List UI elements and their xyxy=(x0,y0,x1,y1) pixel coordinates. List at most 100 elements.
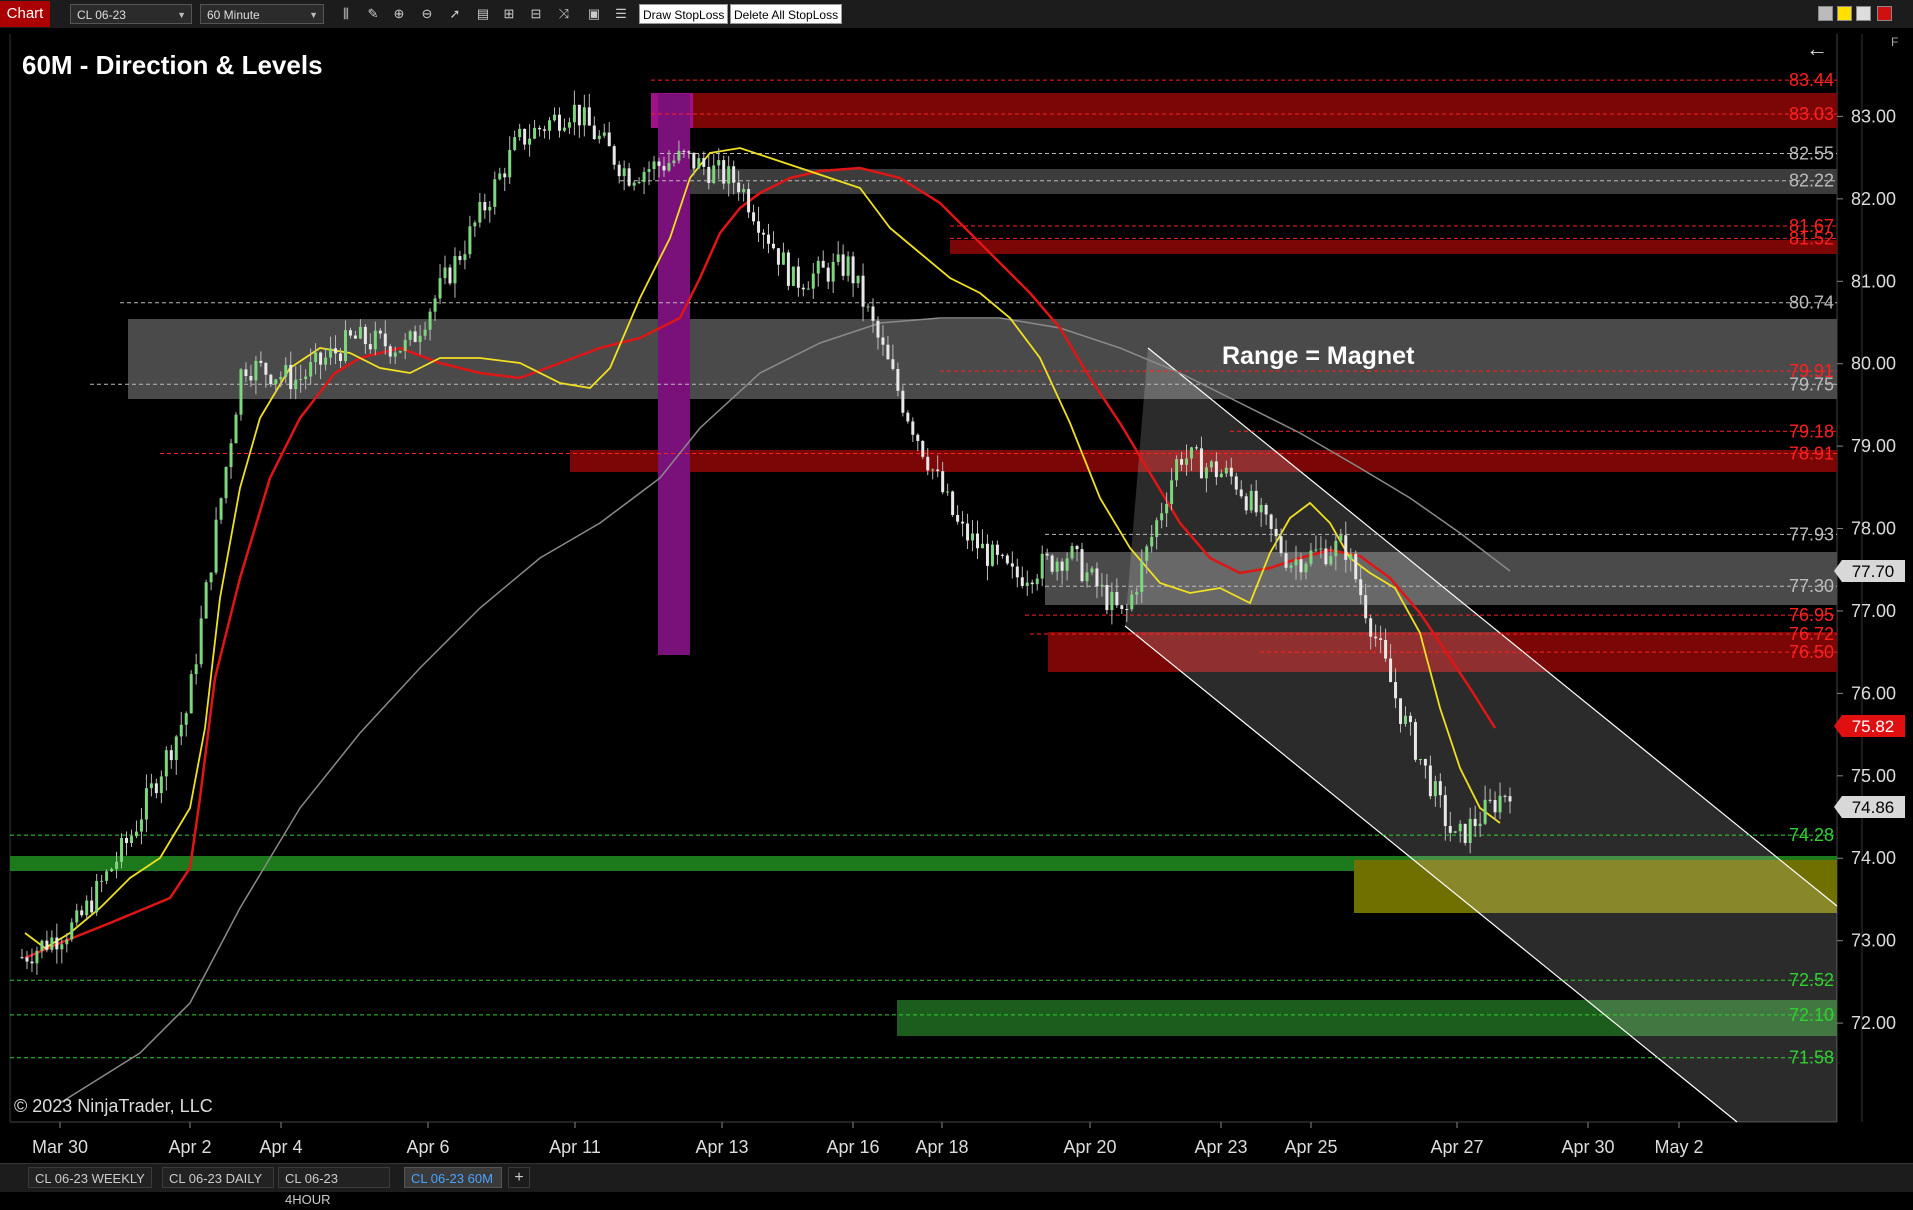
candle-body xyxy=(1403,715,1407,724)
candle-body xyxy=(722,160,726,184)
back-arrow-icon[interactable]: ← xyxy=(1806,36,1828,61)
candle-body xyxy=(488,206,492,211)
candle-body xyxy=(1384,639,1388,659)
level-label: 82.55 xyxy=(1789,144,1834,164)
candle-body xyxy=(65,939,69,945)
pointer-icon[interactable]: ➚ xyxy=(446,5,464,23)
tab-60m[interactable]: CL 06-23 60M xyxy=(404,1167,502,1188)
candle-body xyxy=(40,940,44,951)
minimize-icon[interactable] xyxy=(1818,6,1833,21)
interval-value: 60 Minute xyxy=(207,8,260,22)
link-color-icon[interactable] xyxy=(1837,6,1852,21)
candle-body xyxy=(334,348,338,354)
candle-body xyxy=(513,137,517,150)
interval-selector[interactable]: 60 Minute ▼ xyxy=(200,4,324,24)
candle-body xyxy=(1463,823,1467,843)
templates-icon[interactable]: ⊟ xyxy=(527,5,545,23)
candle-body xyxy=(906,412,910,422)
tab-4hour[interactable]: CL 06-23 4HOUR xyxy=(278,1167,390,1207)
draw-stoploss-button[interactable]: Draw StopLoss xyxy=(639,4,729,24)
candle-body xyxy=(453,256,457,284)
candle-body xyxy=(1279,536,1283,554)
candle-body xyxy=(632,182,636,186)
candle-body xyxy=(448,267,452,284)
x-tick-label: May 2 xyxy=(1654,1137,1703,1157)
price-tag-text: 77.70 xyxy=(1852,562,1895,581)
candle-body xyxy=(443,267,447,279)
level-label: 76.50 xyxy=(1789,642,1834,662)
candle-body xyxy=(164,750,168,777)
candle-body xyxy=(1508,796,1512,802)
candle-body xyxy=(289,364,293,390)
zoom-in-icon[interactable]: ⊕ xyxy=(390,5,408,23)
candle-body xyxy=(742,189,746,193)
level-label: 72.52 xyxy=(1789,970,1834,990)
candle-body xyxy=(319,352,323,365)
candle-body xyxy=(926,456,930,471)
price-chart[interactable]: 83.4483.0382.5582.2281.6781.5280.7479.91… xyxy=(0,28,1913,1163)
chart-panel[interactable]: 83.44 83.03 82.55 82.22 81.67 81.52 80.74 79.91… xyxy=(0,28,1913,1163)
candle-body xyxy=(25,957,29,962)
candle-body xyxy=(75,910,79,923)
y-tick-label: 81.00 xyxy=(1851,271,1896,291)
candle-body xyxy=(1070,546,1074,559)
candle-body xyxy=(129,836,133,844)
strategies-icon[interactable]: ⤨ xyxy=(555,5,573,23)
candle-body xyxy=(707,166,711,183)
x-tick-label: Apr 30 xyxy=(1561,1137,1614,1157)
zoom-out-icon[interactable]: ⊖ xyxy=(418,5,436,23)
chart-menu-button[interactable]: Chart xyxy=(0,1,50,27)
level-label: 79.18 xyxy=(1789,421,1834,441)
x-tick-label: Apr 6 xyxy=(406,1137,449,1157)
candle-body xyxy=(528,138,532,145)
candle-body xyxy=(1339,535,1343,541)
indicators-icon[interactable]: ▣ xyxy=(585,5,603,23)
candle-body xyxy=(1239,489,1243,497)
candle-body xyxy=(30,961,34,964)
candle-body xyxy=(637,182,641,184)
candle-body xyxy=(234,414,238,444)
close-icon[interactable] xyxy=(1877,6,1892,21)
properties-icon[interactable]: ⊞ xyxy=(500,5,518,23)
candle-body xyxy=(274,379,278,385)
x-tick-label: Apr 11 xyxy=(549,1137,601,1157)
tab-daily[interactable]: CL 06-23 DAILY xyxy=(162,1167,274,1188)
candle-body xyxy=(438,278,442,299)
candle-body xyxy=(811,273,815,289)
maximize-icon[interactable] xyxy=(1856,6,1871,21)
candle-body xyxy=(428,311,432,330)
data-box-icon[interactable]: ▤ xyxy=(474,5,492,23)
level-label: 79.75 xyxy=(1789,374,1834,394)
bar-type-icon[interactable]: ⫼ xyxy=(337,5,355,23)
delete-all-stoploss-button[interactable]: Delete All StopLoss xyxy=(730,4,843,24)
candle-body xyxy=(752,212,756,222)
list-icon[interactable]: ☰ xyxy=(612,5,630,23)
candle-body xyxy=(348,330,352,336)
candle-body xyxy=(1234,476,1238,490)
level-label: 72.10 xyxy=(1789,1005,1834,1025)
candle-body xyxy=(931,469,935,471)
chevron-down-icon: ▼ xyxy=(309,10,318,20)
candle-body xyxy=(478,202,482,223)
candle-body xyxy=(871,306,875,321)
candle-body xyxy=(1224,467,1228,474)
candle-body xyxy=(115,861,119,869)
candle-body xyxy=(1130,594,1134,610)
candle-body xyxy=(841,254,845,276)
candle-body xyxy=(1309,550,1313,564)
level-label: 80.74 xyxy=(1789,293,1834,313)
level-label: 83.44 xyxy=(1789,70,1834,90)
candle-body xyxy=(866,306,870,308)
candle-body xyxy=(1324,548,1328,565)
candle-body xyxy=(995,544,999,555)
add-tab-button[interactable]: + xyxy=(508,1167,530,1188)
candle-body xyxy=(1399,698,1403,724)
level-label: 82.22 xyxy=(1789,171,1834,191)
instrument-selector[interactable]: CL 06-23 ▼ xyxy=(70,4,192,24)
tab-weekly[interactable]: CL 06-23 WEEKLY xyxy=(28,1167,152,1188)
candle-body xyxy=(393,352,397,357)
candle-body xyxy=(1478,823,1482,827)
candle-body xyxy=(1015,566,1019,578)
draw-tool-icon[interactable]: ✎ xyxy=(364,5,382,23)
candle-body xyxy=(572,104,576,123)
